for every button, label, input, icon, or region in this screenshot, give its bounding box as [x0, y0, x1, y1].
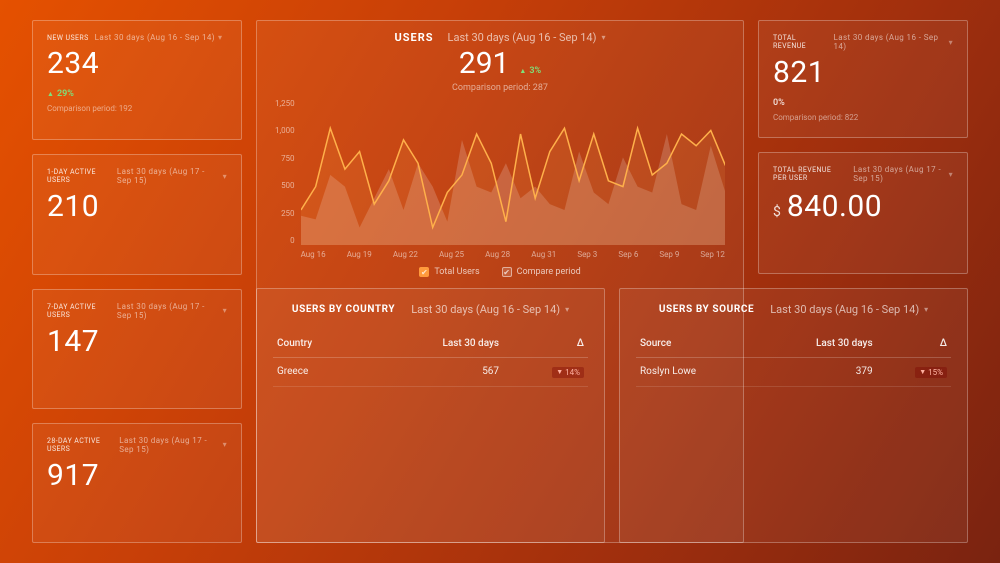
value-1day: 210 — [47, 189, 227, 224]
chevron-down-icon: ▾ — [949, 170, 953, 179]
value-new-users: 234 — [47, 46, 227, 81]
label-total-revenue: TOTAL REVENUE — [773, 34, 827, 50]
card-7day-active: 7-DAY ACTIVE USERS Last 30 days (Aug 17 … — [32, 289, 242, 409]
range-picker-28day[interactable]: Last 30 days (Aug 17 - Sep 15)▾ — [119, 436, 227, 454]
col-header[interactable]: Source — [636, 330, 756, 358]
chevron-down-icon: ▾ — [223, 440, 227, 449]
value-28day: 917 — [47, 458, 227, 493]
checkbox-checked-icon: ✔ — [502, 267, 512, 277]
y-tick: 250 — [275, 209, 295, 218]
card-new-users: NEW USERS Last 30 days (Aug 16 - Sep 14)… — [32, 20, 242, 140]
x-tick: Aug 31 — [531, 250, 556, 259]
x-tick: Sep 12 — [700, 250, 724, 259]
users-chart-title: USERS — [395, 31, 434, 44]
x-tick: Aug 19 — [347, 250, 372, 259]
label-revenue-per-user: TOTAL REVENUE PER USER — [773, 166, 847, 182]
chevron-down-icon: ▾ — [949, 38, 953, 47]
range-picker-users-chart[interactable]: Last 30 days (Aug 16 - Sep 14) ▾ — [448, 31, 606, 44]
range-picker-table[interactable]: Last 30 days (Aug 16 - Sep 14) ▾ — [411, 303, 569, 316]
y-tick: 750 — [275, 154, 295, 163]
y-tick: 1,250 — [275, 99, 295, 108]
users-chart-value: 291 — [459, 46, 510, 81]
card-revenue-per-user: TOTAL REVENUE PER USER Last 30 days (Aug… — [758, 152, 968, 274]
range-picker-total-revenue[interactable]: Last 30 days (Aug 16 - Sep 14)▾ — [833, 33, 953, 51]
label-7day: 7-DAY ACTIVE USERS — [47, 303, 111, 319]
chevron-down-icon: ▾ — [218, 33, 222, 42]
value-7day: 147 — [47, 324, 227, 359]
card-total-revenue: TOTAL REVENUE Last 30 days (Aug 16 - Sep… — [758, 20, 968, 138]
table-row[interactable]: Greece 567 ▼14% — [273, 358, 588, 387]
triangle-down-icon: ▼ — [556, 368, 563, 376]
currency-symbol: $ — [773, 204, 781, 220]
col-header[interactable]: Last 30 days — [756, 330, 877, 358]
chevron-down-icon: ▾ — [223, 306, 227, 315]
table-title: USERS BY SOURCE — [659, 304, 754, 315]
cell-delta: ▼14% — [503, 358, 588, 387]
cell-name: Roslyn Lowe — [636, 358, 756, 387]
range-picker-table[interactable]: Last 30 days (Aug 16 - Sep 14) ▾ — [770, 303, 928, 316]
label-28day: 28-DAY ACTIVE USERS — [47, 437, 113, 453]
table-title: USERS BY COUNTRY — [292, 304, 395, 315]
delta-new-users: ▲29% — [47, 89, 74, 99]
legend-compare-period[interactable]: ✔ Compare period — [502, 267, 581, 277]
range-picker-1day[interactable]: Last 30 days (Aug 17 - Sep 15)▾ — [117, 167, 227, 185]
range-picker-new-users[interactable]: Last 30 days (Aug 16 - Sep 14) ▾ — [95, 33, 223, 42]
x-tick: Aug 22 — [393, 250, 418, 259]
col-header[interactable]: Δ — [877, 330, 951, 358]
cell-value: 379 — [756, 358, 877, 387]
card-users-by-source: USERS BY SOURCE Last 30 days (Aug 16 - S… — [619, 288, 968, 543]
delta-total-revenue: 0% — [773, 98, 785, 108]
data-table: Source Last 30 days Δ Roslyn Lowe 379 ▼1… — [636, 330, 951, 387]
checkbox-checked-icon: ✔ — [419, 267, 429, 277]
compare-new-users: Comparison period: 192 — [47, 104, 227, 113]
users-chart-delta: ▲3% — [519, 66, 541, 76]
card-28day-active: 28-DAY ACTIVE USERS Last 30 days (Aug 17… — [32, 423, 242, 543]
users-chart-compare: Comparison period: 287 — [275, 83, 725, 93]
x-tick: Sep 3 — [577, 250, 597, 259]
chevron-down-icon: ▾ — [223, 172, 227, 181]
legend-total-users[interactable]: ✔ Total Users — [419, 267, 479, 277]
y-tick: 0 — [275, 236, 295, 245]
range-picker-7day[interactable]: Last 30 days (Aug 17 - Sep 15)▾ — [117, 302, 227, 320]
value-revenue-per-user: 840.00 — [787, 189, 882, 224]
card-1day-active: 1-DAY ACTIVE USERS Last 30 days (Aug 17 … — [32, 154, 242, 274]
data-table: Country Last 30 days Δ Greece 567 ▼14% — [273, 330, 588, 387]
label-new-users: NEW USERS — [47, 34, 89, 42]
col-header[interactable]: Last 30 days — [365, 330, 503, 358]
col-header[interactable]: Country — [273, 330, 365, 358]
table-row[interactable]: Roslyn Lowe 379 ▼15% — [636, 358, 951, 387]
x-tick: Aug 16 — [301, 250, 326, 259]
compare-total-revenue: Comparison period: 822 — [773, 113, 953, 122]
cell-delta: ▼15% — [877, 358, 951, 387]
chevron-down-icon: ▾ — [601, 33, 605, 42]
card-users-by-country: USERS BY COUNTRY Last 30 days (Aug 16 - … — [256, 288, 605, 543]
label-1day: 1-DAY ACTIVE USERS — [47, 168, 111, 184]
cell-name: Greece — [273, 358, 365, 387]
range-picker-revenue-per-user[interactable]: Last 30 days (Aug 17 - Sep 15)▾ — [853, 165, 953, 183]
col-header[interactable]: Δ — [503, 330, 588, 358]
x-tick: Aug 28 — [485, 250, 510, 259]
y-tick: 1,000 — [275, 126, 295, 135]
triangle-down-icon: ▼ — [919, 368, 926, 376]
chevron-down-icon: ▾ — [924, 305, 928, 314]
x-tick: Sep 9 — [659, 250, 679, 259]
users-line-chart: 1,2501,0007505002500 Aug 16Aug 19Aug 22A… — [275, 99, 725, 259]
triangle-up-icon: ▲ — [47, 90, 54, 98]
x-tick: Aug 25 — [439, 250, 464, 259]
chart-plot-area: Aug 16 Aug 19 Aug 22 Aug 25 Aug 28 Aug 31 Sep … — [301, 99, 725, 259]
chevron-down-icon: ▾ — [565, 305, 569, 314]
triangle-up-icon: ▲ — [519, 67, 526, 75]
y-tick: 500 — [275, 181, 295, 190]
cell-value: 567 — [365, 358, 503, 387]
x-tick: Sep 6 — [618, 250, 638, 259]
value-total-revenue: 821 — [773, 55, 953, 90]
